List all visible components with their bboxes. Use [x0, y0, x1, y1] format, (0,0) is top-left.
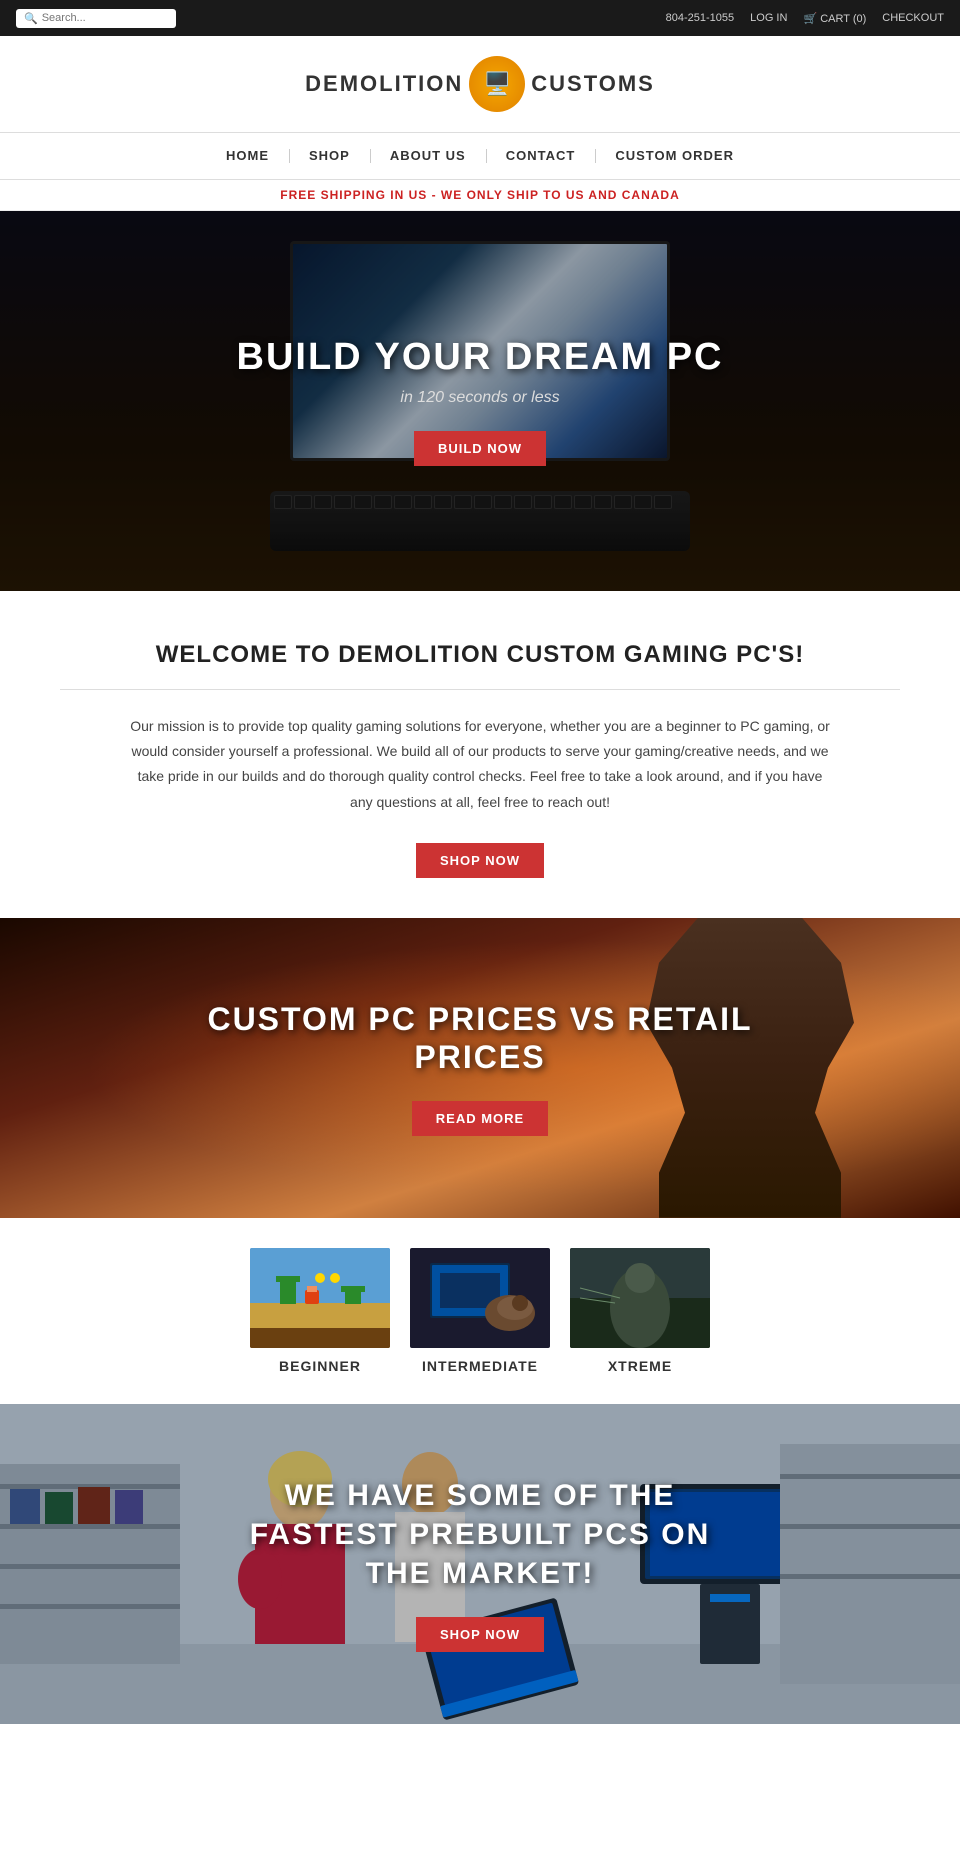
- welcome-section: WELCOME TO DEMOLITION CUSTOM GAMING PC'S…: [0, 591, 960, 918]
- fastest-pcs-banner: WE HAVE SOME OF THE FASTEST PREBUILT PCS…: [0, 1404, 960, 1724]
- category-thumb-xtreme: [570, 1248, 710, 1348]
- logo-icon-symbol: 🖥️: [484, 71, 511, 97]
- main-nav: HOME SHOP ABOUT US CONTACT CUSTOM ORDER: [0, 132, 960, 180]
- custom-pc-content: CUSTOM PC PRICES VS RETAILPRICES READ MO…: [0, 918, 960, 1218]
- custom-pc-banner: CUSTOM PC PRICES VS RETAILPRICES READ MO…: [0, 918, 960, 1218]
- logo-text-left: DEMOLITION: [305, 71, 463, 97]
- fastest-content: WE HAVE SOME OF THE FASTEST PREBUILT PCS…: [0, 1404, 960, 1724]
- nav-item-custom-order[interactable]: CUSTOM ORDER: [595, 133, 754, 179]
- welcome-divider: [60, 689, 900, 690]
- build-now-button[interactable]: BUILD NOW: [414, 431, 546, 466]
- login-link[interactable]: LOG IN: [750, 12, 787, 24]
- xtreme-svg: [570, 1248, 710, 1348]
- shop-now-button-fastest[interactable]: SHOP NOW: [416, 1617, 544, 1652]
- hero-title: BUILD YOUR DREAM PC: [237, 336, 724, 379]
- category-thumb-beginner: [250, 1248, 390, 1348]
- shipping-text: FREE SHIPPING IN US - WE ONLY SHIP TO US…: [280, 188, 680, 202]
- nav-menu: HOME SHOP ABOUT US CONTACT CUSTOM ORDER: [206, 133, 754, 179]
- top-bar-right: 804-251-1055 LOG IN 🛒 CART (0) CHECKOUT: [666, 12, 944, 25]
- nav-link-custom-order[interactable]: CUSTOM ORDER: [615, 148, 734, 163]
- category-label-beginner: BEGINNER: [279, 1358, 361, 1374]
- search-input[interactable]: [42, 12, 172, 24]
- category-beginner[interactable]: BEGINNER: [250, 1248, 390, 1374]
- welcome-text: Our mission is to provide top quality ga…: [130, 714, 830, 815]
- pc-categories: BEGINNER INTERMEDIATE: [0, 1218, 960, 1404]
- hero-section: BUILD YOUR DREAM PC in 120 seconds or le…: [0, 211, 960, 591]
- cart-icon: 🛒: [803, 13, 817, 25]
- hero-content: BUILD YOUR DREAM PC in 120 seconds or le…: [0, 211, 960, 591]
- nav-item-about[interactable]: ABOUT US: [370, 133, 486, 179]
- hero-subtitle: in 120 seconds or less: [400, 389, 559, 407]
- category-xtreme[interactable]: XTREME: [570, 1248, 710, 1374]
- nav-item-shop[interactable]: SHOP: [289, 133, 370, 179]
- nav-link-shop[interactable]: SHOP: [309, 148, 350, 163]
- beginner-svg: [250, 1248, 390, 1348]
- logo-area: DEMOLITION 🖥️ CUSTOMS: [0, 36, 960, 132]
- logo-container: DEMOLITION 🖥️ CUSTOMS: [305, 56, 655, 112]
- logo-icon: 🖥️: [469, 56, 525, 112]
- xtreme-image: [570, 1248, 710, 1348]
- search-box[interactable]: 🔍: [16, 9, 176, 28]
- checkout-link[interactable]: CHECKOUT: [882, 12, 944, 24]
- category-intermediate[interactable]: INTERMEDIATE: [410, 1248, 550, 1374]
- shop-now-button-welcome[interactable]: SHOP NOW: [416, 843, 544, 878]
- cart-link[interactable]: 🛒 CART (0): [803, 12, 866, 25]
- nav-item-home[interactable]: HOME: [206, 133, 289, 179]
- fastest-title: WE HAVE SOME OF THE FASTEST PREBUILT PCS…: [230, 1476, 730, 1593]
- welcome-title: WELCOME TO DEMOLITION CUSTOM GAMING PC'S…: [60, 641, 900, 669]
- top-bar: 🔍 804-251-1055 LOG IN 🛒 CART (0) CHECKOU…: [0, 0, 960, 36]
- intermediate-image: [410, 1248, 550, 1348]
- category-label-xtreme: XTREME: [608, 1358, 672, 1374]
- category-label-intermediate: INTERMEDIATE: [422, 1358, 538, 1374]
- search-icon: 🔍: [24, 12, 38, 25]
- category-thumb-intermediate: [410, 1248, 550, 1348]
- logo-text-right: CUSTOMS: [531, 71, 655, 97]
- intermediate-svg: [410, 1248, 550, 1348]
- nav-link-about[interactable]: ABOUT US: [390, 148, 466, 163]
- read-more-button[interactable]: READ MORE: [412, 1101, 548, 1136]
- nav-link-home[interactable]: HOME: [226, 148, 269, 163]
- cart-count: (0): [853, 13, 866, 25]
- shipping-banner: FREE SHIPPING IN US - WE ONLY SHIP TO US…: [0, 180, 960, 211]
- beginner-image: [250, 1248, 390, 1348]
- cart-label: CART: [820, 13, 850, 25]
- custom-pc-title: CUSTOM PC PRICES VS RETAILPRICES: [207, 1000, 752, 1077]
- nav-link-contact[interactable]: CONTACT: [506, 148, 576, 163]
- nav-item-contact[interactable]: CONTACT: [486, 133, 596, 179]
- phone-number: 804-251-1055: [666, 12, 735, 24]
